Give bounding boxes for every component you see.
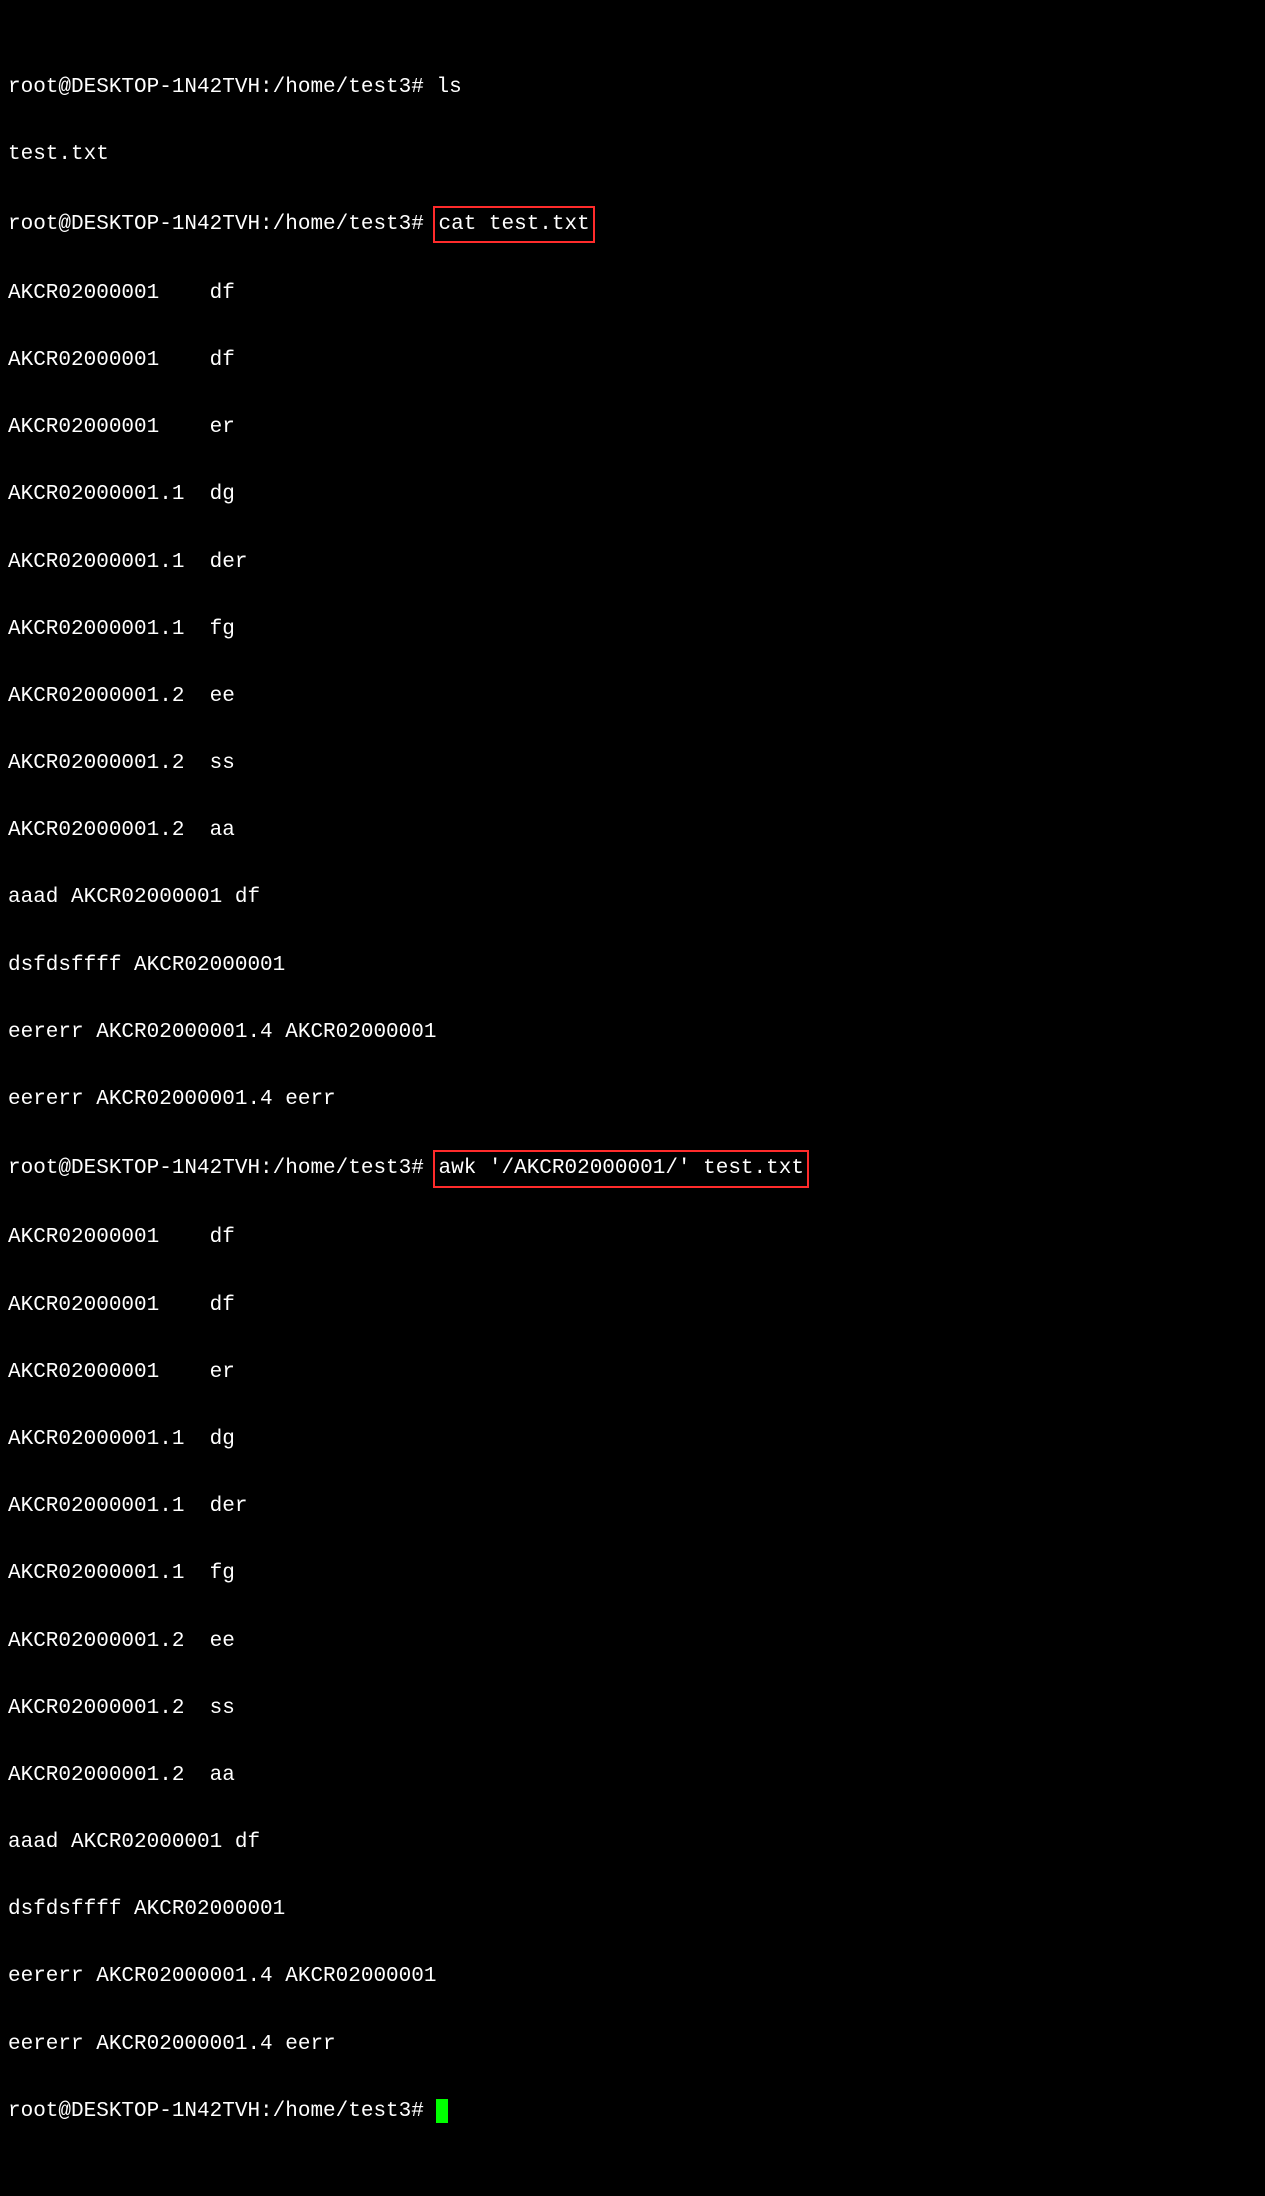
cat-output-line: eererr AKCR02000001.4 AKCR02000001 [8,1016,1257,1050]
shell-prompt: root@DESKTOP-1N42TVH:/home/test3# [8,1157,436,1180]
cat-output-line: AKCR02000001.2 ee [8,680,1257,714]
cat-output-line: AKCR02000001.2 ss [8,747,1257,781]
cmd-awk: awk '/AKCR02000001/' test.txt [438,1157,803,1180]
awk-output-line: AKCR02000001 df [8,1221,1257,1255]
cmd-cat-highlight: cat test.txt [433,206,594,244]
terminal[interactable]: root@DESKTOP-1N42TVH:/home/test3# ls tes… [0,0,1265,1131]
cmd-cat: cat test.txt [438,213,589,236]
cat-output-line: AKCR02000001.1 der [8,546,1257,580]
awk-output-line: dsfdsffff AKCR02000001 [8,1893,1257,1927]
cat-output-line: dsfdsffff AKCR02000001 [8,949,1257,983]
shell-prompt: root@DESKTOP-1N42TVH:/home/test3# [8,213,436,236]
cmd-ls: ls [436,76,461,99]
cat-output-line: AKCR02000001.2 aa [8,814,1257,848]
prompt-line-awk: root@DESKTOP-1N42TVH:/home/test3# awk '/… [8,1150,1257,1188]
ls-output: test.txt [8,138,1257,172]
prompt-line-active[interactable]: root@DESKTOP-1N42TVH:/home/test3# [8,2095,1257,2129]
prompt-line-ls: root@DESKTOP-1N42TVH:/home/test3# ls [8,71,1257,105]
cursor-icon [436,2099,448,2123]
cat-output-line: AKCR02000001 er [8,411,1257,445]
cat-output-line: AKCR02000001 df [8,277,1257,311]
awk-output-line: AKCR02000001.1 fg [8,1557,1257,1591]
cat-output-line: eererr AKCR02000001.4 eerr [8,1083,1257,1117]
awk-output-line: eererr AKCR02000001.4 eerr [8,2028,1257,2062]
awk-output-line: AKCR02000001.1 der [8,1490,1257,1524]
shell-prompt: root@DESKTOP-1N42TVH:/home/test3# [8,2100,436,2123]
awk-output-line: AKCR02000001.2 ee [8,1625,1257,1659]
awk-output-line: aaad AKCR02000001 df [8,1826,1257,1860]
awk-output-line: AKCR02000001 df [8,1289,1257,1323]
awk-output-line: eererr AKCR02000001.4 AKCR02000001 [8,1960,1257,1994]
awk-output-line: AKCR02000001 er [8,1356,1257,1390]
awk-output-line: AKCR02000001.1 dg [8,1423,1257,1457]
awk-output-line: AKCR02000001.2 ss [8,1692,1257,1726]
cat-output-line: aaad AKCR02000001 df [8,881,1257,915]
awk-output-line: AKCR02000001.2 aa [8,1759,1257,1793]
cat-output-line: AKCR02000001.1 dg [8,478,1257,512]
cat-output-line: AKCR02000001.1 fg [8,613,1257,647]
cmd-awk-highlight: awk '/AKCR02000001/' test.txt [433,1150,808,1188]
prompt-line-cat: root@DESKTOP-1N42TVH:/home/test3# cat te… [8,206,1257,244]
cat-output-line: AKCR02000001 df [8,344,1257,378]
shell-prompt: root@DESKTOP-1N42TVH:/home/test3# [8,76,436,99]
